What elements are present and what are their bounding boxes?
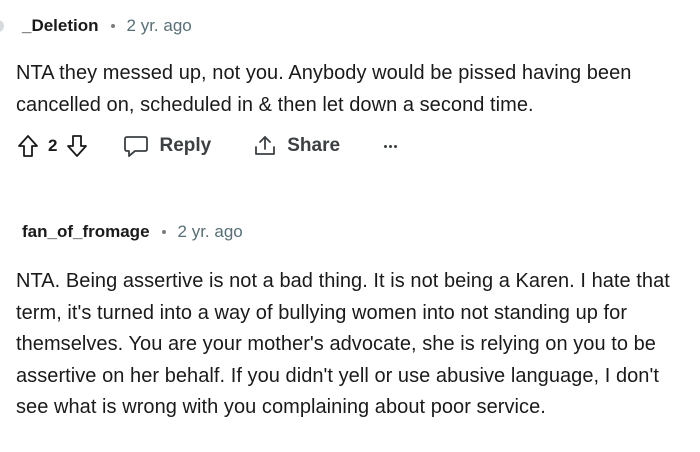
downvote-button[interactable] [65, 132, 89, 160]
share-label: Share [287, 135, 341, 156]
comment-header: _Deletion 2 yr. ago [22, 14, 192, 38]
comment-body: NTA. Being assertive is not a bad thing.… [16, 270, 670, 418]
more-options-button[interactable] [378, 134, 402, 158]
avatar[interactable] [0, 20, 4, 32]
username[interactable]: fan_of_fromage [22, 222, 150, 242]
share-icon [255, 136, 276, 155]
upvote-icon [18, 135, 38, 157]
reply-icon [124, 136, 149, 157]
vote-count: 2 [48, 136, 58, 155]
more-icon [383, 144, 397, 148]
comment-header: fan_of_fromage 2 yr. ago [22, 220, 243, 244]
upvote-button[interactable] [16, 132, 40, 160]
reply-button[interactable]: Reply [123, 134, 211, 158]
separator-dot [161, 230, 166, 234]
share-button[interactable]: Share [253, 134, 340, 158]
reply-label: Reply [159, 135, 212, 156]
downvote-icon [67, 135, 88, 157]
separator-dot [110, 24, 115, 28]
username[interactable]: _Deletion [22, 16, 99, 36]
comment-actions: 2 Reply Share [16, 128, 402, 164]
timestamp[interactable]: 2 yr. ago [178, 222, 243, 242]
comment-thread: _Deletion 2 yr. ago NTA they messed up, … [0, 0, 700, 452]
comment-body: NTA they messed up, not you. Anybody wou… [16, 62, 632, 116]
timestamp[interactable]: 2 yr. ago [127, 16, 192, 36]
